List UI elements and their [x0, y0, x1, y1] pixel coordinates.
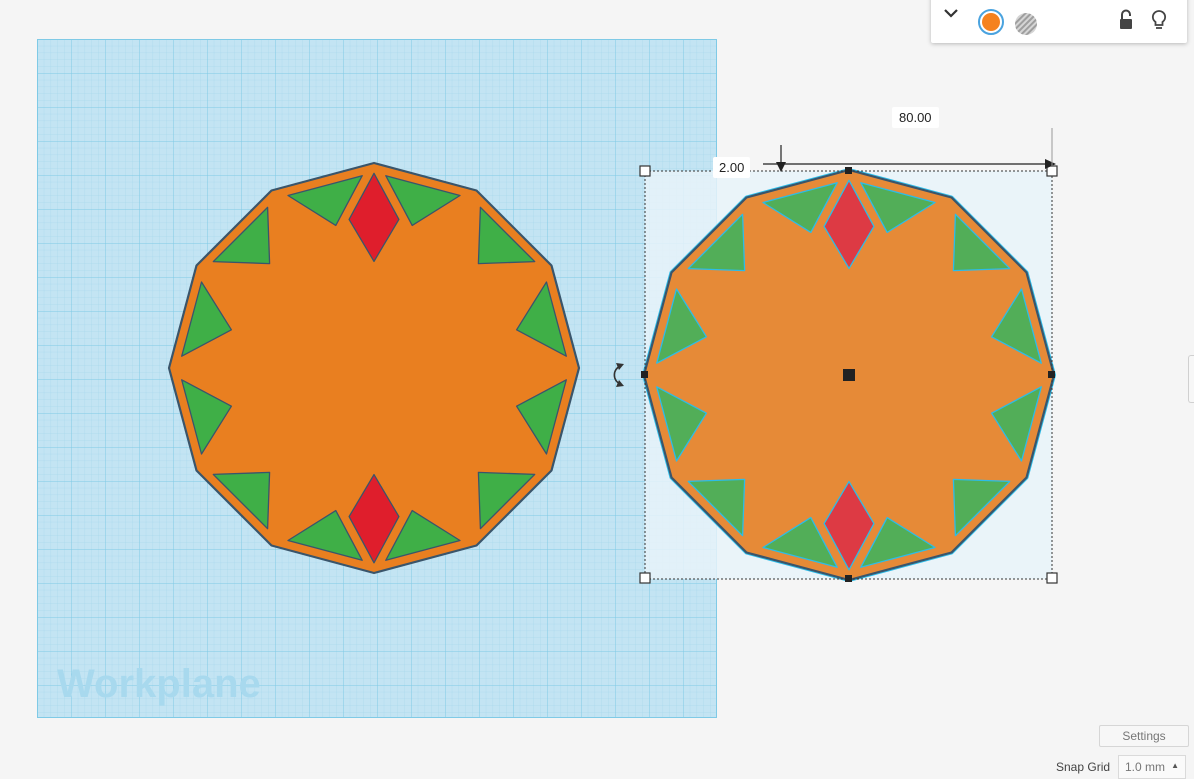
3d-viewport[interactable]: Workplane — [0, 0, 1194, 778]
solid-color-swatch — [982, 13, 1000, 31]
shape-panel — [931, 0, 1187, 43]
corner-handle-top-left[interactable] — [639, 165, 651, 177]
hole-striped-icon[interactable] — [1014, 12, 1038, 36]
side-handle-top[interactable] — [845, 167, 852, 174]
settings-button[interactable]: Settings — [1099, 725, 1189, 747]
width-dimension-line — [763, 128, 1056, 172]
offset-dimension-label[interactable]: 2.00 — [713, 157, 751, 178]
chevron-down-icon[interactable] — [943, 7, 959, 19]
width-dimension-label[interactable]: 80.00 — [892, 107, 939, 128]
corner-handle-bottom-right[interactable] — [1046, 572, 1058, 584]
side-handle-bottom[interactable] — [845, 575, 852, 582]
snap-grid-value: 1.0 mm — [1125, 760, 1166, 774]
snap-grid-label: Snap Grid — [1056, 760, 1111, 774]
corner-handle-bottom-left[interactable] — [639, 572, 651, 584]
corner-handle-top-right[interactable] — [1046, 165, 1058, 177]
unlock-icon[interactable] — [1118, 9, 1134, 31]
side-panel-tab[interactable] — [1188, 355, 1194, 403]
side-handle-right[interactable] — [1048, 371, 1055, 378]
snap-grid-select[interactable]: 1.0 mm ▲ — [1118, 755, 1186, 779]
solid-color-button[interactable] — [978, 9, 1004, 35]
lightbulb-icon[interactable] — [1151, 9, 1167, 31]
center-handle[interactable] — [843, 369, 855, 381]
workplane-label: Workplane — [57, 662, 261, 706]
side-handle-left[interactable] — [641, 371, 648, 378]
caret-up-icon: ▲ — [1171, 761, 1179, 770]
